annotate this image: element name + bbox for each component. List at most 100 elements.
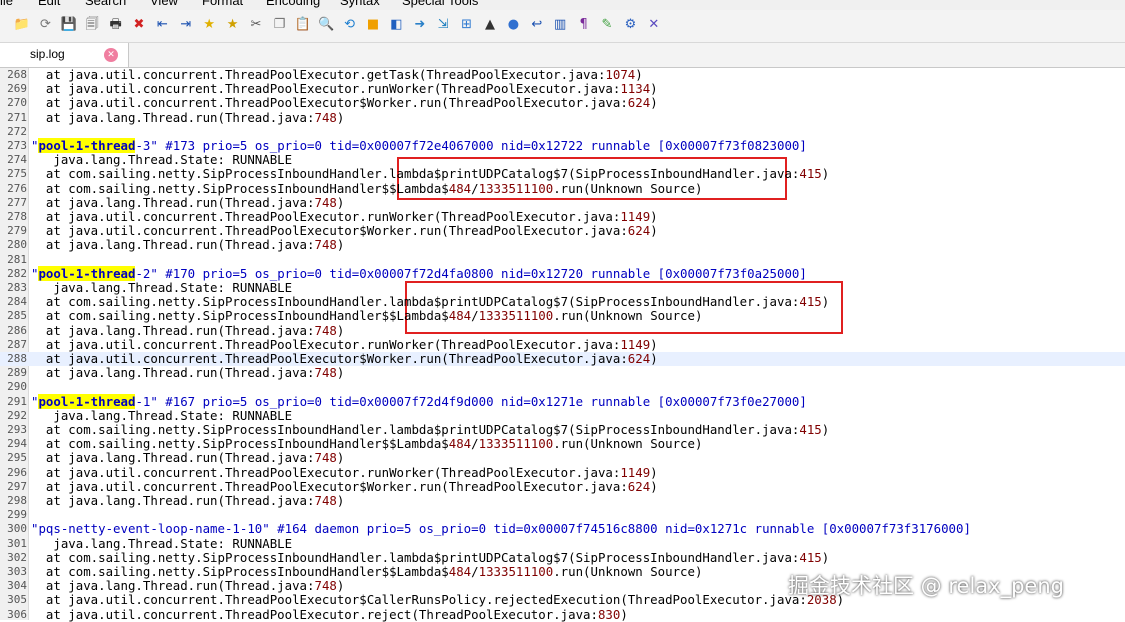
code-token: 748 xyxy=(314,322,337,338)
code-token: 1149 xyxy=(620,464,651,480)
code-token: at com.sailing.netty.SipProcessInboundHa… xyxy=(31,549,800,565)
folder-open-icon[interactable]: 📁 xyxy=(12,15,32,35)
go-to-icon[interactable]: ➜ xyxy=(410,15,430,35)
menu-special-tools[interactable]: Special Tools xyxy=(402,0,478,8)
menu-search[interactable]: Search xyxy=(85,0,126,8)
code-token: ) xyxy=(650,81,658,97)
menu-encoding[interactable]: Encoding xyxy=(266,0,320,8)
line-number: 304 xyxy=(7,579,27,593)
menu-syntax[interactable]: Syntax xyxy=(340,0,380,8)
bookmark-add-icon[interactable]: ★ xyxy=(199,15,219,35)
replace-icon[interactable]: ⟲ xyxy=(340,15,360,35)
line-number: 282 xyxy=(7,266,27,280)
search-highlight: pool-1-thread xyxy=(38,265,136,281)
line-number: 280 xyxy=(7,238,27,252)
print-icon[interactable]: 🖶 xyxy=(106,15,126,35)
copy-icon[interactable]: ❐ xyxy=(269,15,289,35)
code-line: 269 at java.util.concurrent.ThreadPoolEx… xyxy=(0,82,1125,96)
line-number: 273 xyxy=(7,139,27,152)
code-line: 278 at java.util.concurrent.ThreadPoolEx… xyxy=(0,209,1125,224)
code-token: at com.sailing.netty.SipProcessInboundHa… xyxy=(31,564,449,579)
mark-icon[interactable]: ◧ xyxy=(386,15,406,35)
column-icon[interactable]: ▥ xyxy=(550,15,570,35)
line-number: 281 xyxy=(7,252,27,266)
code-line: 291 "pool-1-thread-1" #167 prio=5 os_prio… xyxy=(0,393,1125,409)
line-text: at java.lang.Thread.run(Thread.java:748) xyxy=(31,322,344,338)
line-text: java.lang.Thread.State: RUNNABLE xyxy=(31,535,293,551)
line-number: 279 xyxy=(7,224,27,238)
apple-icon[interactable]: ● xyxy=(503,15,523,35)
line-text: at com.sailing.netty.SipProcessInboundHa… xyxy=(31,549,829,565)
code-token: ) xyxy=(336,450,345,466)
close-icon[interactable]: ✖ xyxy=(129,15,149,35)
code-line: 287 at java.util.concurrent.ThreadPoolEx… xyxy=(0,337,1125,352)
line-number: 305 xyxy=(7,593,27,607)
code-token: 484 xyxy=(448,564,472,579)
line-text: at com.sailing.netty.SipProcessInboundHa… xyxy=(31,295,829,309)
code-token: .run(Unknown Source) xyxy=(553,564,703,579)
pencil-icon[interactable]: ✎ xyxy=(597,15,617,35)
line-text: at java.lang.Thread.run(Thread.java:748) xyxy=(31,110,344,125)
code-token: java.lang.Thread.State: RUNNABLE xyxy=(31,407,293,423)
line-text: at com.sailing.netty.SipProcessInboundHa… xyxy=(31,167,829,181)
macro-icon[interactable]: ✕ xyxy=(644,15,664,35)
code-line: 288 at java.util.concurrent.ThreadPoolEx… xyxy=(0,351,1125,367)
menu-ile[interactable]: ile xyxy=(0,0,13,8)
code-token: ) xyxy=(821,294,830,310)
code-line: 276 at com.sailing.netty.SipProcessInbou… xyxy=(0,180,1125,196)
pilcrow-icon[interactable]: ¶ xyxy=(574,15,594,35)
code-token: at java.util.concurrent.ThreadPoolExecut… xyxy=(31,478,628,494)
code-line: 280 at java.lang.Thread.run(Thread.java:… xyxy=(0,238,1125,252)
find-icon[interactable]: 🔍 xyxy=(316,15,336,35)
line-number: 269 xyxy=(7,82,27,96)
line-number: 276 xyxy=(7,181,27,195)
bookmark-icon[interactable]: ★ xyxy=(223,15,243,35)
save-all-icon[interactable]: 🗐 xyxy=(82,15,102,35)
tab-close-icon[interactable]: ✕ xyxy=(104,48,118,62)
code-line: 268 at java.util.concurrent.ThreadPoolEx… xyxy=(0,67,1125,82)
code-token: 624 xyxy=(627,351,651,366)
line-text: at java.util.concurrent.ThreadPoolExecut… xyxy=(31,224,658,238)
paste-icon[interactable]: 📋 xyxy=(293,15,313,35)
line-number: 303 xyxy=(7,565,27,578)
save-icon[interactable]: 💾 xyxy=(59,15,79,35)
outdent-icon[interactable]: ⇤ xyxy=(152,15,172,35)
code-line: 290 xyxy=(0,380,1125,394)
settings-icon[interactable]: ⚙ xyxy=(620,15,640,35)
line-text: at java.util.concurrent.ThreadPoolExecut… xyxy=(31,464,658,480)
editor[interactable]: 268 at java.util.concurrent.ThreadPoolEx… xyxy=(0,67,1125,622)
line-text: at com.sailing.netty.SipProcessInboundHa… xyxy=(31,180,703,196)
menu-format[interactable]: Format xyxy=(202,0,243,8)
code-token: at java.util.concurrent.ThreadPoolExecut… xyxy=(31,606,598,622)
code-line: 271 at java.lang.Thread.run(Thread.java:… xyxy=(0,110,1125,125)
menu-view[interactable]: View xyxy=(150,0,178,8)
code-line: 270 at java.util.concurrent.ThreadPoolEx… xyxy=(0,96,1125,110)
code-token: at java.util.concurrent.ThreadPoolExecut… xyxy=(31,592,807,608)
reload-icon[interactable]: ⟳ xyxy=(35,15,55,35)
word-wrap-icon[interactable]: ↩ xyxy=(527,15,547,35)
code-token: 484 xyxy=(448,308,472,324)
goto-line-icon[interactable]: ⇲ xyxy=(433,15,453,35)
code-line: 295 at java.lang.Thread.run(Thread.java:… xyxy=(0,451,1125,465)
code-token: at com.sailing.netty.SipProcessInboundHa… xyxy=(31,180,449,196)
line-text: at java.lang.Thread.run(Thread.java:748) xyxy=(31,579,344,593)
line-number: 290 xyxy=(7,380,27,394)
code-token: 624 xyxy=(627,223,651,239)
code-line: 282 "pool-1-thread-2" #170 prio=5 os_prio… xyxy=(0,265,1125,281)
code-token: ) xyxy=(336,365,345,381)
cut-icon[interactable]: ✂ xyxy=(246,15,266,35)
code-line: 286 at java.lang.Thread.run(Thread.java:… xyxy=(0,322,1125,338)
highlight-icon[interactable]: ■ xyxy=(363,15,383,35)
code-line: 299 xyxy=(0,508,1125,522)
code-line: 293 at com.sailing.netty.SipProcessInbou… xyxy=(0,422,1125,437)
tab-sip-log[interactable]: sip.log ✕ xyxy=(0,43,129,67)
line-text: at com.sailing.netty.SipProcessInboundHa… xyxy=(31,564,703,579)
linux-icon[interactable]: ▲ xyxy=(480,15,500,35)
line-text: at java.util.concurrent.ThreadPoolExecut… xyxy=(31,351,658,366)
menu-edit[interactable]: Edit xyxy=(38,0,60,8)
indent-icon[interactable]: ⇥ xyxy=(176,15,196,35)
windows-icon[interactable]: ⊞ xyxy=(457,15,477,35)
code-token: ) xyxy=(635,67,643,82)
code-token: java.lang.Thread.State: RUNNABLE xyxy=(31,535,293,551)
line-text: at java.util.concurrent.ThreadPoolExecut… xyxy=(31,82,658,96)
